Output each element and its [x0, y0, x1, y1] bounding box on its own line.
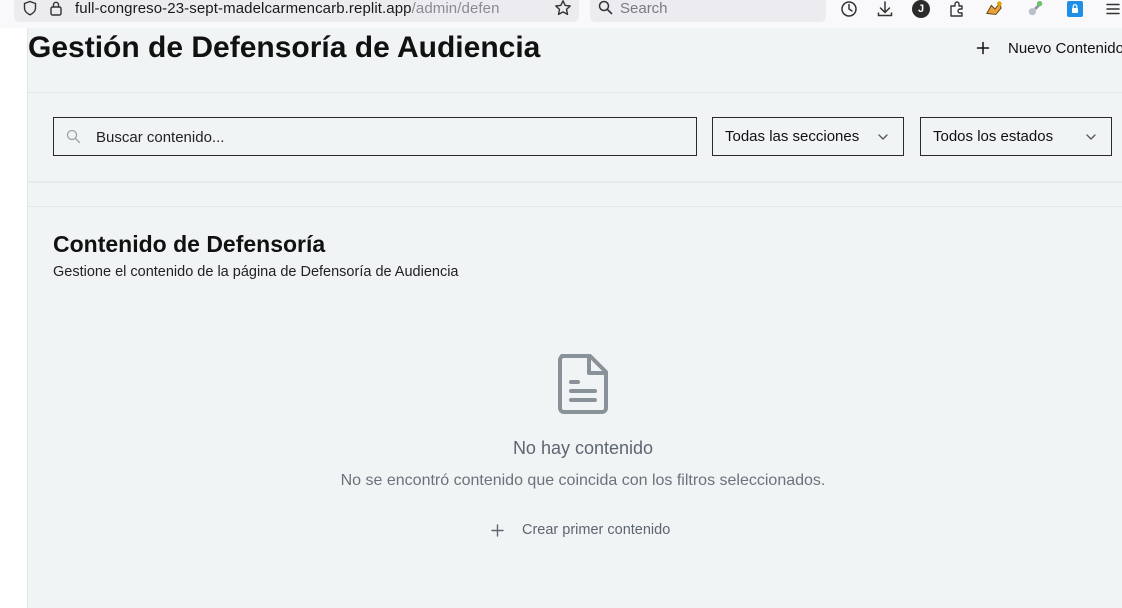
states-select[interactable]: Todos los estados [920, 117, 1112, 156]
lock-icon[interactable] [49, 0, 63, 16]
sections-select-value: Todas las secciones [725, 128, 860, 145]
filter-divider [28, 181, 1122, 183]
download-icon[interactable] [876, 0, 894, 18]
bookmark-star-icon[interactable] [554, 0, 572, 17]
url-host: full-congreso-23-sept-madelcarmencarb.re… [75, 0, 412, 17]
section-divider [28, 206, 1122, 207]
new-content-label: Nuevo Contenido [1008, 39, 1122, 57]
url-path: /admin/defen [411, 0, 500, 17]
create-first-content-label: Crear primer contenido [522, 522, 671, 538]
account-avatar[interactable]: J [912, 0, 930, 18]
section-title: Contenido de Defensoría [53, 231, 326, 257]
left-gutter [0, 28, 27, 608]
create-first-content-button[interactable]: Crear primer contenido [483, 518, 693, 542]
new-content-button[interactable]: Nuevo Contenido [966, 36, 1122, 60]
url-bar[interactable]: full-congreso-23-sept-madelcarmencarb.re… [14, 0, 579, 22]
chevron-down-icon [878, 134, 888, 140]
admin-page: Gestión de Defensoría de Audiencia Nuevo… [27, 28, 1122, 608]
extension-lock-icon[interactable] [1066, 0, 1084, 18]
extension-fox-icon[interactable] [985, 0, 1003, 18]
states-select-value: Todos los estados [933, 128, 1054, 145]
shield-icon[interactable] [22, 0, 38, 16]
browser-toolbar: full-congreso-23-sept-madelcarmencarb.re… [0, 0, 1122, 29]
browser-search-bar[interactable]: Search [590, 0, 826, 22]
sections-select[interactable]: Todas las secciones [712, 117, 904, 156]
file-text-icon [558, 354, 608, 414]
extensions-puzzle-icon[interactable] [948, 0, 966, 18]
search-icon [598, 0, 613, 15]
extension-key-icon[interactable] [1027, 0, 1045, 18]
empty-state-message: No se encontró contenido que coincida co… [340, 472, 826, 489]
page-title: Gestión de Defensoría de Audiencia [28, 31, 541, 64]
section-description: Gestione el contenido de la página de De… [53, 264, 459, 280]
menu-hamburger-icon[interactable] [1104, 0, 1122, 18]
plus-icon [491, 523, 504, 537]
url-text[interactable]: full-congreso-23-sept-madelcarmencarb.re… [75, 0, 545, 19]
history-icon[interactable] [840, 0, 858, 18]
content-search-input[interactable] [94, 118, 688, 157]
browser-search-placeholder: Search [620, 0, 668, 17]
search-icon [66, 129, 81, 144]
chevron-down-icon [1086, 134, 1096, 140]
empty-state-title: No hay contenido [512, 438, 654, 458]
content-search-box[interactable] [53, 117, 697, 157]
filter-bar: Todas las secciones Todos los estados [28, 93, 1122, 181]
plus-icon [976, 41, 990, 55]
